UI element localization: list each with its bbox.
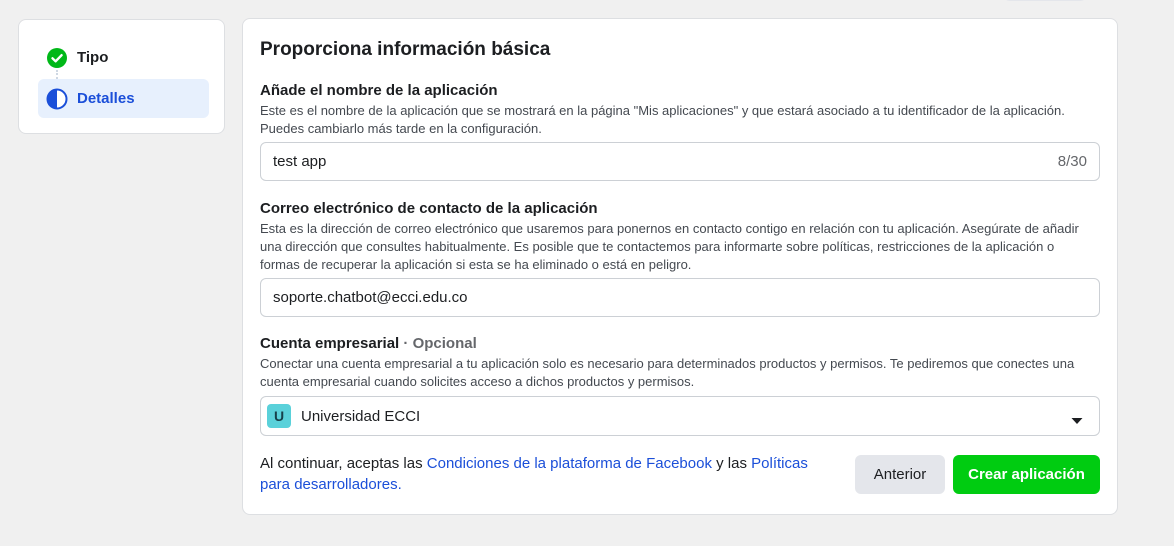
step-label: Detalles <box>77 90 135 107</box>
email-value: soporte.chatbot@ecci.edu.co <box>273 289 468 306</box>
create-app-button[interactable]: Crear aplicación <box>953 455 1100 494</box>
business-account-description: Conectar una cuenta empresarial a tu apl… <box>260 355 1100 391</box>
app-name-description-line: Puedes cambiarlo más tarde en la configu… <box>260 121 542 136</box>
email-description: Esta es la dirección de correo electróni… <box>260 220 1100 274</box>
terms-text: y las <box>711 455 752 472</box>
step-detalles[interactable]: Detalles <box>38 79 209 118</box>
char-counter: 8/30 <box>1057 153 1087 170</box>
terms-notice: Al continuar, aceptas las Condiciones de… <box>260 453 840 495</box>
app-name-description-line: Este es el nombre de la aplicación que s… <box>260 103 1065 118</box>
developer-policies-link-part: Políticas <box>751 455 808 472</box>
caret-down-icon <box>1071 412 1083 424</box>
email-description-line: formas de recuperar la aplicación si est… <box>260 257 692 272</box>
app-name-description: Este es el nombre de la aplicación que s… <box>260 102 1100 138</box>
step-label: Tipo <box>77 49 109 66</box>
step-tipo[interactable]: Tipo <box>38 38 209 77</box>
business-account-label-text: Cuenta empresarial <box>260 335 400 352</box>
email-label: Correo electrónico de contacto de la apl… <box>260 200 598 217</box>
app-name-input[interactable]: test app 8/30 <box>260 142 1100 181</box>
top-partial-element <box>1004 0 1086 1</box>
previous-button[interactable]: Anterior <box>855 455 945 494</box>
half-circle-icon <box>46 88 68 110</box>
business-account-select[interactable]: U Universidad ECCI <box>260 396 1100 436</box>
app-name-label: Añade el nombre de la aplicación <box>260 82 498 99</box>
app-name-value: test app <box>273 153 327 170</box>
email-description-line: una dirección que consultes habitualment… <box>260 239 1055 254</box>
steps-panel: Tipo Detalles <box>18 19 225 134</box>
terms-period: . <box>397 476 402 493</box>
business-account-label: Cuenta empresarial · Opcional <box>260 335 477 352</box>
optional-tag: · Opcional <box>403 335 477 352</box>
basic-info-form: Proporciona información básica Añade el … <box>242 18 1118 515</box>
email-field[interactable]: soporte.chatbot@ecci.edu.co <box>260 278 1100 317</box>
page-title: Proporciona información básica <box>260 39 551 60</box>
business-description-line: Conectar una cuenta empresarial a tu apl… <box>260 356 1075 371</box>
email-description-line: Esta es la dirección de correo electróni… <box>260 221 1079 236</box>
terms-text: Al continuar, aceptas las <box>260 455 427 472</box>
business-selected-value: Universidad ECCI <box>301 407 421 425</box>
platform-terms-link[interactable]: Condiciones de la plataforma de Facebook <box>427 455 712 472</box>
business-description-line: cuenta empresarial cuando solicites acce… <box>260 374 695 389</box>
business-avatar: U <box>267 404 291 428</box>
developer-policies-link-part: para desarrolladores <box>260 476 398 493</box>
check-circle-icon <box>46 47 68 69</box>
